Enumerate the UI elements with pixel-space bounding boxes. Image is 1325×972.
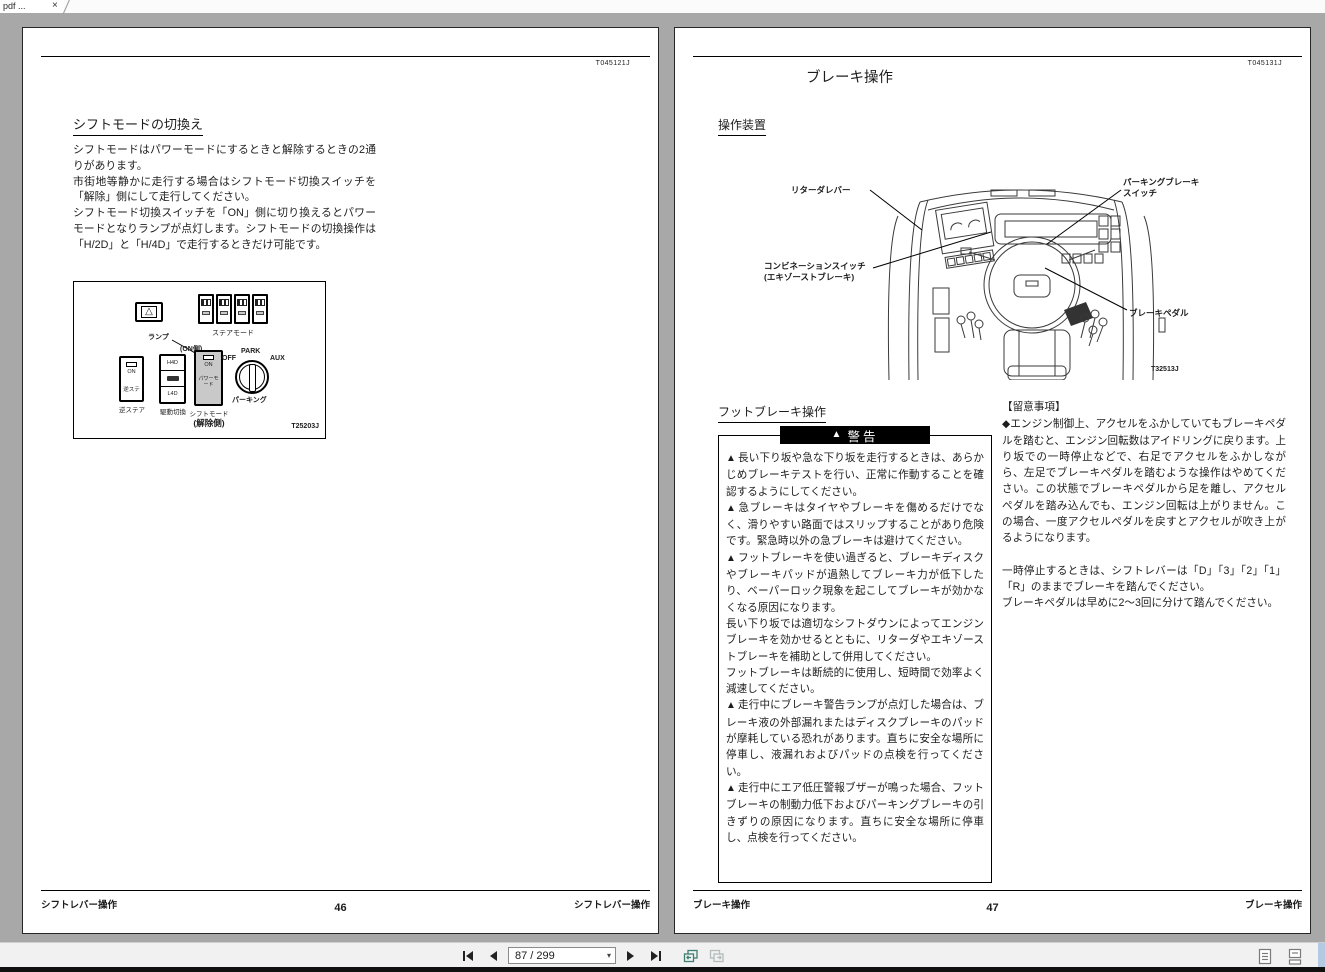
lamp-indicator	[203, 355, 214, 360]
note-paragraph: ◆エンジン制御上、アクセルをふかしていてもブレーキペダルを踏むと、エンジン回転数…	[1002, 418, 1287, 545]
switch-panel-figure: △ ステアモード ランプ (ON側) ON 逆ステ H4D L4D ON パワー…	[73, 281, 326, 439]
body-text: シフトモードはパワーモードにするときと解除するときの2通りがあります。 市街地等…	[73, 143, 376, 254]
pdf-tab[interactable]: pdf ... ×	[0, 0, 64, 13]
brake-pedal-label: ブレーキペダル	[1129, 308, 1189, 318]
chapter-title: ブレーキ操作	[806, 70, 893, 86]
dropdown-caret-icon[interactable]: ▾	[607, 951, 615, 960]
scrollbar-thumb[interactable]	[1318, 943, 1325, 968]
steer-mode-switch-icon	[234, 294, 250, 324]
warning-body: ▲ 長い下り坂や急な下り坂を走行するときは、あらかじめブレーキテストを行い、正常に…	[726, 452, 985, 844]
figure-code: T25203J	[291, 423, 319, 430]
close-icon[interactable]: ×	[52, 0, 58, 11]
page-46: T045121J シフトモードの切換え シフトモードはパワーモードにするときと解…	[22, 27, 659, 934]
shift-mode-switch-icon: ON パワーモード	[194, 350, 223, 406]
figure-code: T32513J	[1151, 366, 1179, 373]
first-page-button[interactable]	[458, 946, 478, 966]
steer-mode-switch-icon	[252, 294, 268, 324]
notes-column: 【留意事項】 ◆エンジン制御上、アクセルをふかしていてもブレーキペダルを踏むと、…	[1002, 399, 1286, 612]
page-number: 46	[334, 902, 347, 914]
footer-section: シフトレバー操作	[573, 900, 650, 911]
pdf-toolbar: 87 / 299 ▾	[0, 942, 1325, 968]
reverse-steer-label: 逆ステア	[119, 407, 145, 414]
parking-brake-switch-label: パーキングブレーキ スイッチ	[1123, 177, 1200, 198]
notes-header: 【留意事項】	[1002, 401, 1066, 413]
last-page-button[interactable]	[646, 946, 666, 966]
steer-mode-switch-icon	[198, 294, 214, 324]
tab-title: pdf ...	[3, 1, 26, 11]
view-history-buttons	[681, 946, 727, 966]
doc-code: T045121J	[595, 60, 630, 67]
page-number: 47	[986, 902, 999, 914]
footer-rule	[693, 890, 1302, 891]
scrolling-page-view-button[interactable]	[1285, 946, 1305, 966]
retarder-lever-label: リターダレバー	[791, 185, 851, 195]
page-navigation: 87 / 299 ▾	[458, 943, 727, 968]
hazard-switch-icon: △	[135, 302, 163, 322]
page-number-input[interactable]: 87 / 299 ▾	[508, 947, 616, 964]
reverse-steer-switch-icon: ON 逆ステ	[119, 356, 144, 402]
paragraph: シフトモードはパワーモードにするときと解除するときの2通りがあります。	[73, 144, 376, 172]
next-page-button[interactable]	[621, 946, 641, 966]
lamp-label: ランプ	[148, 334, 169, 341]
steer-mode-switch-icon	[216, 294, 232, 324]
section-heading: フットブレーキ操作	[718, 403, 827, 423]
doc-code: T045131J	[1247, 60, 1282, 67]
footer-section: ブレーキ操作	[1244, 900, 1302, 911]
rotary-park-label: PARK	[241, 348, 261, 355]
steer-mode-switch-cluster	[198, 294, 268, 324]
previous-page-button[interactable]	[483, 946, 503, 966]
next-view-button[interactable]	[707, 946, 727, 966]
pdf-canvas: T045121J シフトモードの切換え シフトモードはパワーモードにするときと解…	[0, 13, 1325, 942]
paragraph: シフトモード切換スイッチを「ON」側に切り換えるとパワーモードとなりランプが点灯…	[73, 207, 376, 251]
rotary-off-label: OFF	[222, 355, 236, 362]
tab-bar: pdf ... ×	[0, 0, 1325, 15]
steer-mode-label: ステアモード	[212, 330, 254, 337]
header-rule	[41, 56, 650, 57]
parking-rotary-switch-icon	[235, 360, 269, 394]
section-heading: シフトモードの切換え	[73, 114, 204, 136]
header-rule	[693, 56, 1302, 57]
previous-view-button[interactable]	[681, 946, 701, 966]
parking-label: パーキング	[232, 397, 267, 404]
drive-select-switch-icon: H4D L4D	[159, 354, 186, 404]
page-layout-buttons	[1255, 946, 1305, 966]
note-paragraph: 一時停止するときは、シフトレバーは「D」「3」「2」「1」「R」のままでブレーキ…	[1002, 564, 1286, 593]
paragraph: 市街地等静かに走行する場合はシフトモード切換スイッチを「解除」側にして走行してく…	[73, 175, 376, 204]
footer-rule	[41, 890, 650, 891]
combination-switch-label: コンビネーションスイッチ (エキゾーストブレーキ)	[764, 261, 866, 282]
bottom-edge-strip	[0, 967, 1325, 972]
single-page-view-button[interactable]	[1255, 946, 1275, 966]
note-paragraph: ブレーキペダルは早めに2～3回に分けて踏んでください。	[1002, 597, 1279, 610]
release-side-label: (解除側)	[193, 418, 225, 428]
section-heading: 操作装置	[718, 116, 767, 136]
page-47: T045131J ブレーキ操作 操作装置 リターダレバー パーキングブレーキ ス…	[674, 27, 1311, 934]
warning-box: ▲ 警告 ▲ 長い下り坂や急な下り坂を走行するときは、あらかじめブレーキテストを行…	[718, 426, 992, 883]
rotary-aux-label: AUX	[270, 355, 285, 362]
truck-icon	[166, 376, 179, 382]
